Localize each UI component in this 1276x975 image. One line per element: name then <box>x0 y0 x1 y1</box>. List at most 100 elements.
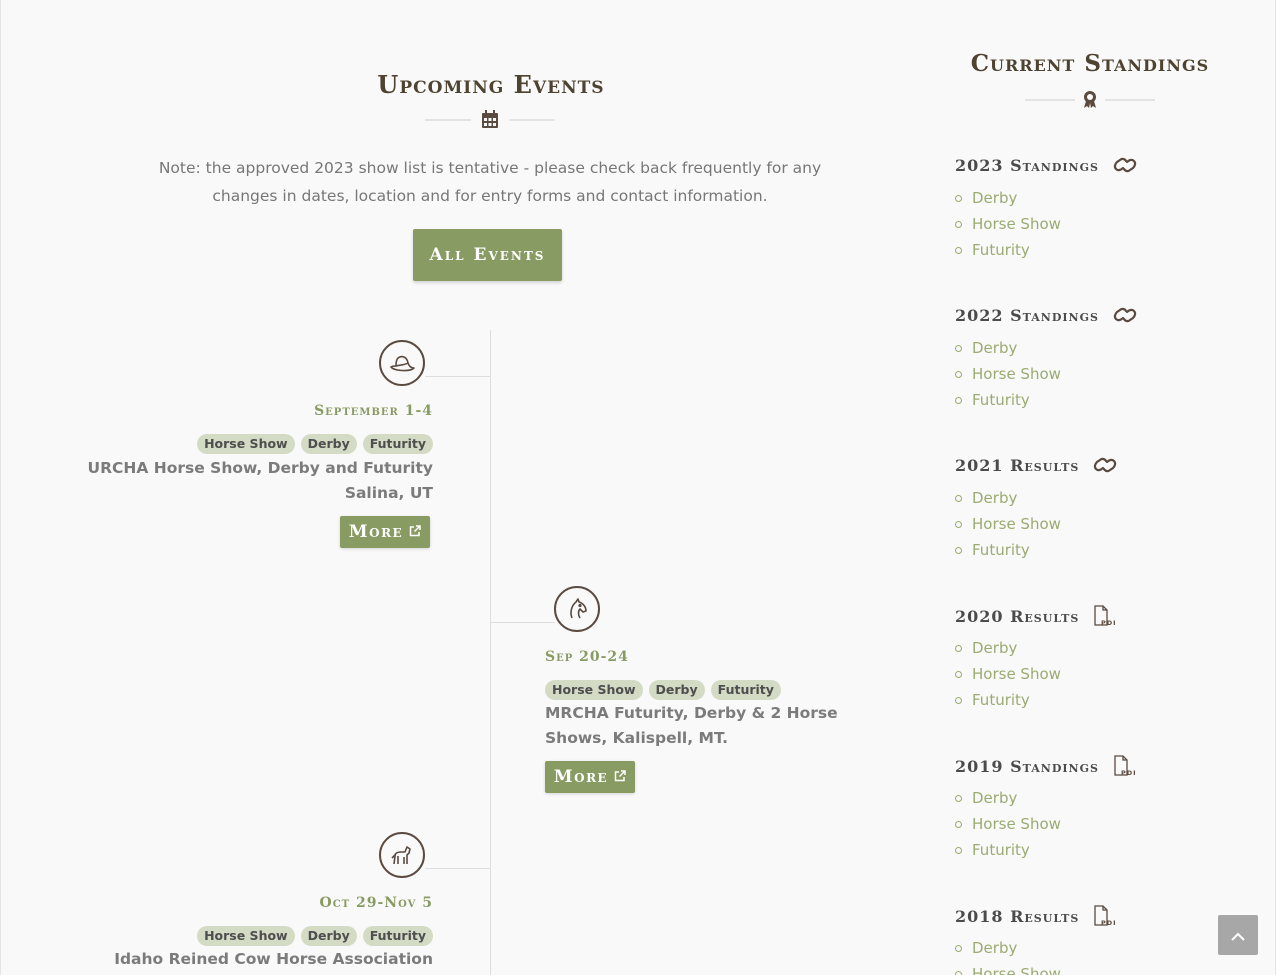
standing-link-label: Horse Show <box>972 515 1061 533</box>
tag-derby[interactable]: Derby <box>648 680 705 700</box>
standing-links: Derby Horse Show Futurity <box>955 635 1061 713</box>
tag-futurity[interactable]: Futurity <box>710 680 781 700</box>
bullet-icon <box>955 344 962 352</box>
horse-head-icon <box>554 586 600 632</box>
tag-horse-show[interactable]: Horse Show <box>197 926 295 946</box>
divider-left <box>1025 99 1075 101</box>
standing-heading[interactable]: 2021 Results <box>955 455 1118 475</box>
standing-heading-label: 2022 Standings <box>955 305 1099 325</box>
tag-derby[interactable]: Derby <box>300 926 357 946</box>
events-note: Note: the approved 2023 show list is ten… <box>158 159 822 205</box>
bullet-icon <box>955 794 962 802</box>
pdf-file-icon[interactable]: PDF <box>1093 605 1115 627</box>
standing-heading-label: 2019 Standings <box>955 756 1099 776</box>
upcoming-events-title: Upcoming Events <box>377 70 605 99</box>
link-icon[interactable] <box>1113 305 1138 325</box>
standing-link-label: Horse Show <box>972 965 1061 975</box>
bullet-icon <box>955 396 962 404</box>
standing-links: Derby Horse Show Futurity <box>955 185 1061 263</box>
event-tags: Horse Show Derby Futurity <box>197 926 433 946</box>
standing-links: Derby Horse Show Futurity <box>955 485 1061 563</box>
more-button[interactable]: More <box>340 516 430 548</box>
timeline-connector <box>425 376 490 377</box>
standing-link-derby[interactable]: Derby <box>955 785 1061 811</box>
standing-link-derby[interactable]: Derby <box>955 635 1061 661</box>
event-title: MRCHA Futurity, Derby & 2 Horse Shows, K… <box>545 701 838 751</box>
bullet-icon <box>955 696 962 704</box>
bullet-icon <box>955 970 962 975</box>
standing-link-label: Derby <box>972 489 1018 507</box>
pdf-file-icon[interactable]: PDF <box>1113 755 1135 777</box>
standing-link-horse-show[interactable]: Horse Show <box>955 211 1061 237</box>
standing-link-label: Horse Show <box>972 815 1061 833</box>
standing-link-futurity[interactable]: Futurity <box>955 687 1061 713</box>
tag-futurity[interactable]: Futurity <box>362 926 433 946</box>
standing-heading-label: 2021 Results <box>955 455 1080 475</box>
standing-link-label: Futurity <box>972 841 1030 859</box>
bullet-icon <box>955 246 962 254</box>
tag-horse-show[interactable]: Horse Show <box>197 434 295 454</box>
standing-link-horse-show[interactable]: Horse Show <box>955 361 1061 387</box>
standing-heading[interactable]: 2022 Standings <box>955 305 1138 325</box>
standing-link-derby[interactable]: Derby <box>955 485 1061 511</box>
standing-link-horse-show[interactable]: Horse Show <box>955 811 1061 837</box>
bullet-icon <box>955 846 962 854</box>
pdf-file-icon[interactable]: PDF <box>1093 905 1115 927</box>
external-link-icon <box>409 522 421 542</box>
standing-link-derby[interactable]: Derby <box>955 185 1061 211</box>
standing-link-label: Horse Show <box>972 665 1061 683</box>
more-button[interactable]: More <box>545 761 635 793</box>
bullet-icon <box>955 670 962 678</box>
standing-link-label: Horse Show <box>972 365 1061 383</box>
standing-heading-label: 2018 Results <box>955 906 1080 926</box>
event-location: Shows, Kalispell, MT. <box>545 729 729 747</box>
link-icon[interactable] <box>1113 155 1138 175</box>
event-tags: Horse Show Derby Futurity <box>197 434 433 454</box>
standing-link-futurity[interactable]: Futurity <box>955 537 1061 563</box>
standing-link-derby[interactable]: Derby <box>955 935 1061 961</box>
link-icon[interactable] <box>1093 455 1118 475</box>
tag-futurity[interactable]: Futurity <box>362 434 433 454</box>
more-label: More <box>553 767 609 787</box>
bullet-icon <box>955 944 962 952</box>
standing-heading[interactable]: 2018 Results PDF <box>955 905 1115 927</box>
standing-link-label: Derby <box>972 189 1018 207</box>
tag-derby[interactable]: Derby <box>300 434 357 454</box>
standing-heading-label: 2023 Standings <box>955 155 1099 175</box>
calendar-icon <box>481 110 499 133</box>
tag-horse-show[interactable]: Horse Show <box>545 680 643 700</box>
standing-link-label: Futurity <box>972 691 1030 709</box>
scroll-to-top-button[interactable] <box>1218 915 1258 955</box>
standing-link-label: Futurity <box>972 391 1030 409</box>
event-title: Idaho Reined Cow Horse Association <box>114 947 433 972</box>
svg-text:PDF: PDF <box>1101 619 1115 627</box>
standing-link-label: Futurity <box>972 541 1030 559</box>
bullet-icon <box>955 520 962 528</box>
standing-heading[interactable]: 2020 Results PDF <box>955 605 1115 627</box>
standing-link-horse-show[interactable]: Horse Show <box>955 961 1061 975</box>
event-title: URCHA Horse Show, Derby and Futurity Sal… <box>88 456 434 506</box>
divider-right <box>509 119 555 121</box>
standing-link-label: Horse Show <box>972 215 1061 233</box>
external-link-icon <box>614 767 626 787</box>
event-location: Salina, UT <box>344 484 433 502</box>
bullet-icon <box>955 370 962 378</box>
standing-link-horse-show[interactable]: Horse Show <box>955 511 1061 537</box>
standing-heading-label: 2020 Results <box>955 606 1080 626</box>
more-label: More <box>348 522 404 542</box>
standing-link-label: Futurity <box>972 241 1030 259</box>
standing-link-futurity[interactable]: Futurity <box>955 387 1061 413</box>
all-events-button[interactable]: All Events <box>413 229 562 281</box>
standing-links: Derby Horse Show <box>955 935 1061 975</box>
current-standings-title: Current Standings <box>970 50 1210 77</box>
standing-link-derby[interactable]: Derby <box>955 335 1061 361</box>
bullet-icon <box>955 644 962 652</box>
event-date: September 1-4 <box>314 403 433 419</box>
standing-heading[interactable]: 2019 Standings PDF <box>955 755 1135 777</box>
standing-links: Derby Horse Show Futurity <box>955 785 1061 863</box>
standing-link-horse-show[interactable]: Horse Show <box>955 661 1061 687</box>
standing-heading[interactable]: 2023 Standings <box>955 155 1138 175</box>
standing-link-label: Derby <box>972 639 1018 657</box>
standing-link-futurity[interactable]: Futurity <box>955 837 1061 863</box>
standing-link-futurity[interactable]: Futurity <box>955 237 1061 263</box>
